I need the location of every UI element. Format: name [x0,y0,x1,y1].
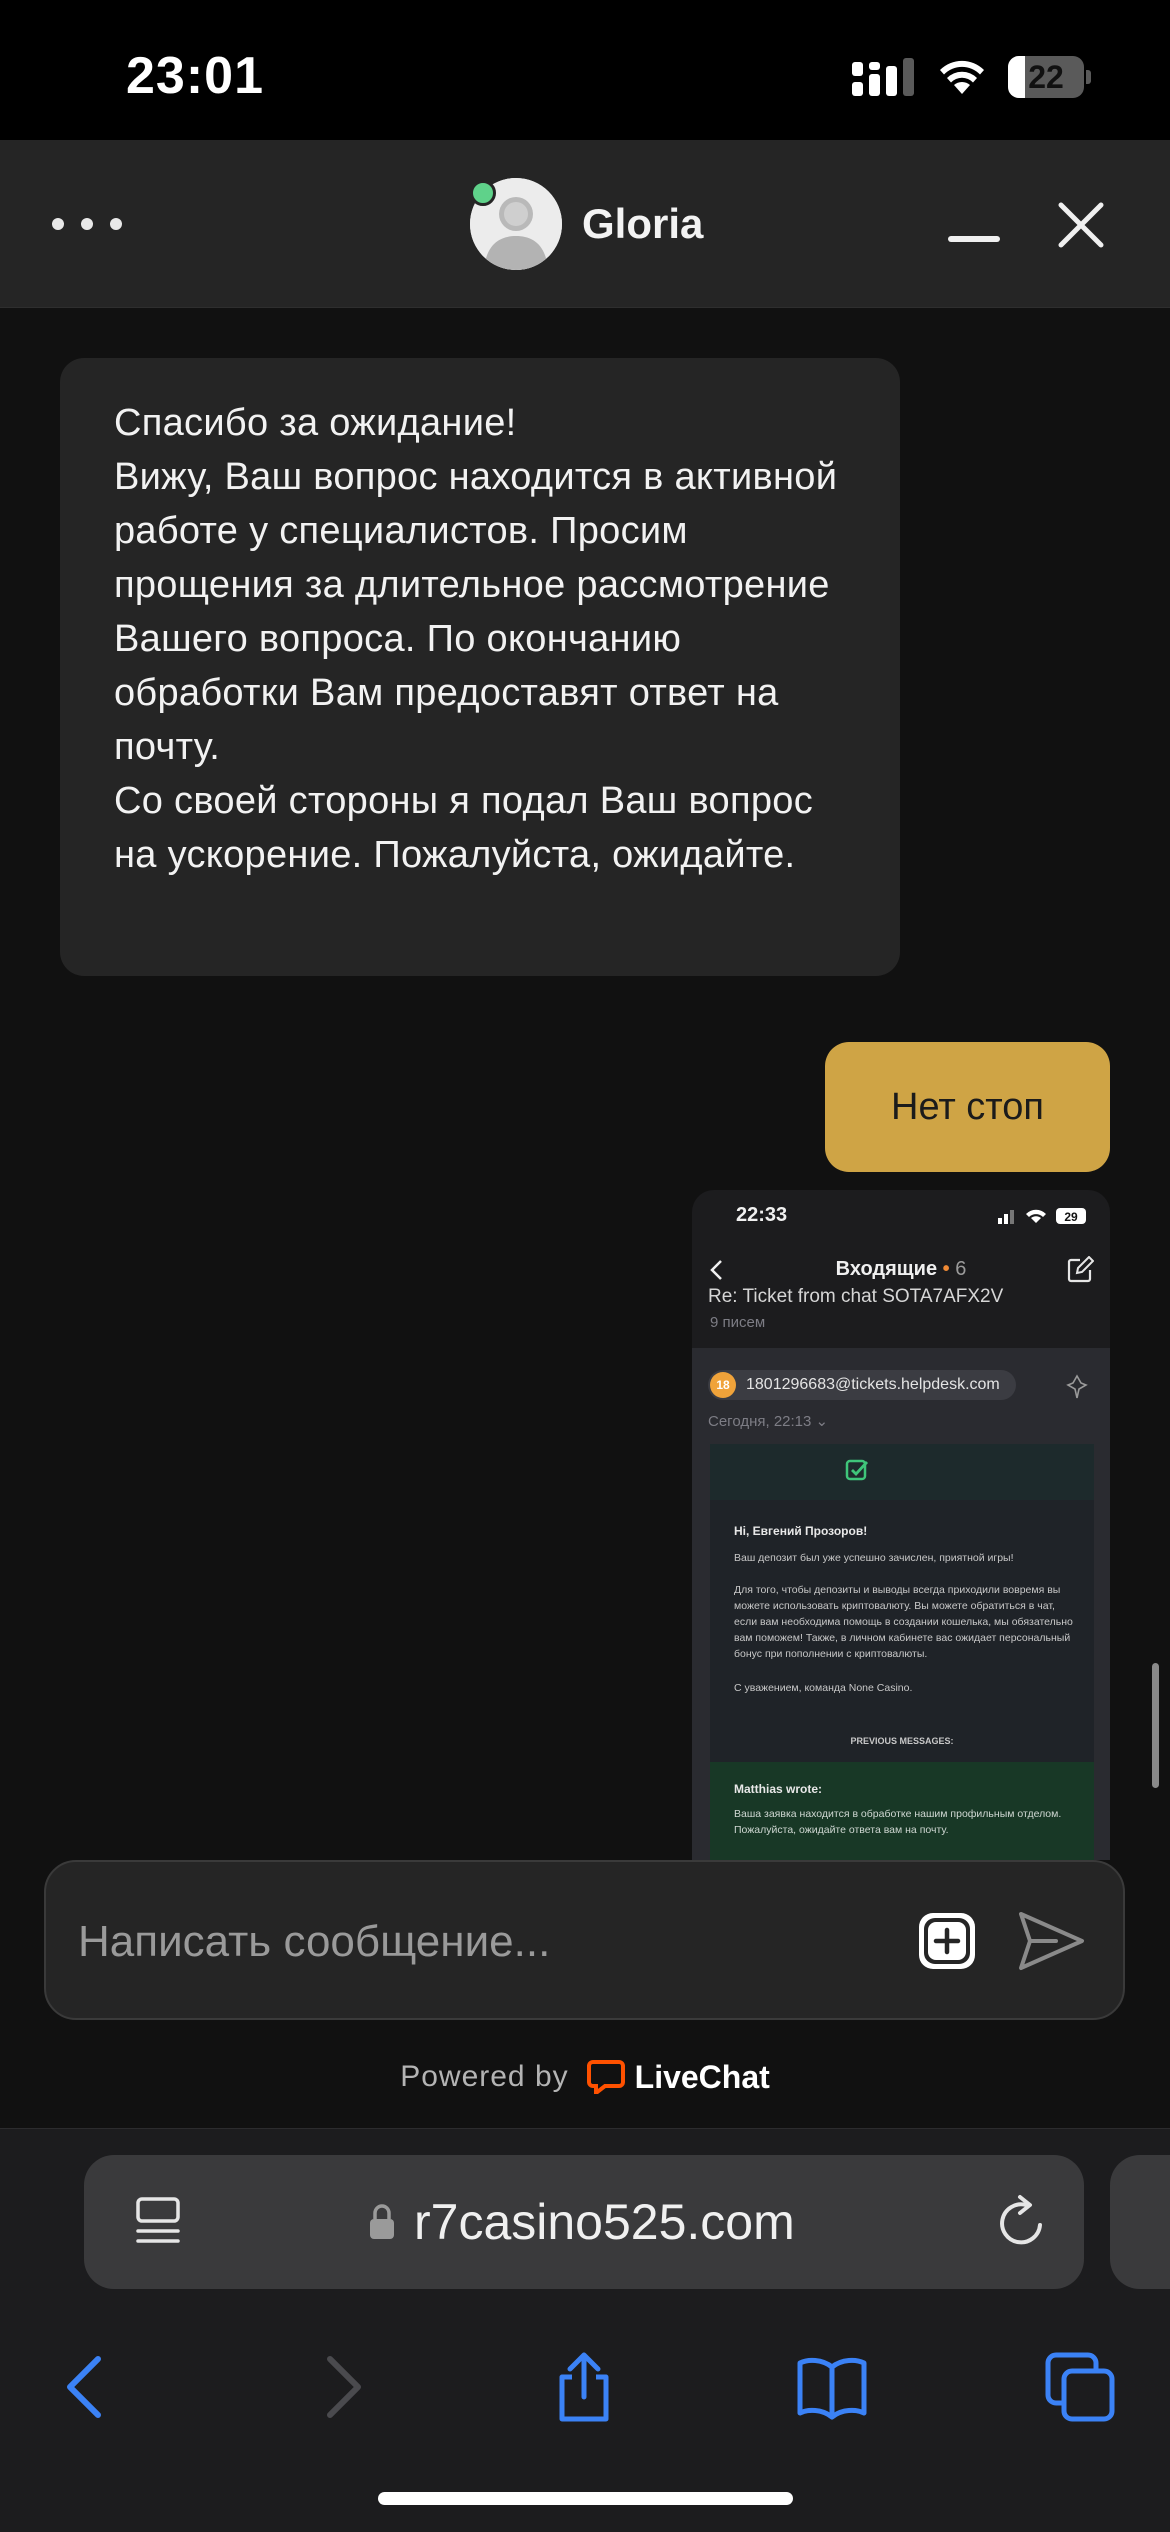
battery-body: 22 [1008,56,1084,98]
cellular-signal-icon [852,58,914,96]
pin-icon [1066,1374,1088,1399]
compose-icon [1067,1256,1094,1283]
minimize-icon [948,236,1000,242]
bookmarks-button[interactable] [796,2351,868,2423]
user-message-bubble: Нет стоп [825,1042,1110,1172]
attachment-email-body: Hi, Евгений Прозоров! Ваш депозит был уж… [710,1444,1094,1860]
forward-button[interactable] [304,2351,376,2423]
attachment-previous-messages-label: PREVIOUS MESSAGES: [850,1736,954,1746]
more-icon-dot [81,218,93,230]
attachment-status-icons: 29 [998,1208,1086,1224]
url-text: r7casino525.com [414,2194,795,2250]
send-button[interactable] [1016,1908,1086,1974]
tabs-button[interactable] [1044,2351,1116,2423]
check-icon [845,1459,869,1481]
attachment-sender-badge: 18 [710,1372,736,1398]
back-button[interactable] [52,2351,124,2423]
agent-name: Gloria [582,200,704,247]
more-options-button[interactable] [52,196,122,252]
message-input[interactable] [78,1902,898,1982]
minimize-button[interactable] [946,200,1002,250]
browser-toolbar: r7casino525.com [0,2128,1170,2532]
home-indicator[interactable] [378,2492,793,2505]
address-bar[interactable]: r7casino525.com [84,2155,1084,2289]
user-message-text: Нет стоп [891,1085,1044,1128]
attachment-sender-email: 1801296683@tickets.helpdesk.com [746,1376,1000,1393]
agent-info: Gloria [470,176,703,272]
reload-icon[interactable] [994,2193,1048,2251]
livechat-logo-icon [586,2060,625,2094]
attachment-unread-dot: • [942,1258,950,1280]
attachment-quote-author: Matthias wrote: [734,1782,823,1796]
attachment-greeting: Hi, Евгений Прозоров! [734,1524,868,1538]
online-status-dot [470,180,496,206]
reader-icon[interactable] [134,2195,182,2249]
close-button[interactable] [1056,200,1106,250]
more-icon [52,218,64,230]
scrollbar[interactable] [1152,1663,1159,1788]
screen: 23:01 22 Gloria Спасибо за ожидание! Виж… [0,0,1170,2532]
attachment-quote-text: Ваша заявка находится в обработке нашим … [734,1808,1062,1836]
message-composer [44,1860,1125,2020]
powered-by-label: Powered by [400,2060,569,2093]
battery-cap [1086,70,1091,84]
image-attachment[interactable]: 22:33 29 Входящие • 6 Re: Ticket from ch… [692,1190,1110,1860]
attachment-quote: Matthias wrote: Ваша заявка находится в … [710,1762,1094,1860]
attachment-date: Сегодня, 22:13 ⌄ [708,1413,829,1430]
attachment-line-3: С уважением, команда None Casino. [734,1682,913,1694]
livechat-brand: LiveChat [634,2058,770,2095]
agent-message-bubble: Спасибо за ожидание! Вижу, Ваш вопрос на… [60,358,900,976]
attachment-email: 18 1801296683@tickets.helpdesk.com Сегод… [692,1348,1110,1860]
attachment-sender-chip: 18 1801296683@tickets.helpdesk.com [708,1370,1016,1400]
message-list[interactable]: Спасибо за ожидание! Вижу, Ваш вопрос на… [0,308,1170,1860]
more-icon-dot [110,218,122,230]
attachment-time: 22:33 [736,1204,788,1226]
attachment-unread-count: 6 [955,1258,967,1280]
chat-header: Gloria [0,140,1170,308]
lock-icon [370,2204,394,2239]
attachment-mailbox-title: Входящие • 6 [692,1258,1110,1281]
status-time: 23:01 [126,47,264,105]
battery-icon: 22 [1008,56,1091,98]
attachment-subject: Re: Ticket from chat SOTA7AFX2V [708,1286,1004,1307]
powered-by[interactable]: Powered by LiveChat [0,2052,1170,2102]
battery-level: 22 [1028,59,1064,95]
wifi-icon [940,60,984,94]
attachment-line-2: Для того, чтобы депозиты и выводы всегда… [734,1584,1073,1660]
attachment-line-1: Ваш депозит был уже успешно зачислен, пр… [734,1552,1014,1564]
attachment-status-bar: 22:33 29 [692,1190,1110,1242]
browser-nav-buttons [0,2319,1170,2469]
attachment-email-banner [710,1444,1094,1500]
attachment-mail-count: 9 писем [710,1314,766,1331]
status-bar: 23:01 22 [0,0,1170,140]
next-tab-peek[interactable] [1110,2155,1170,2289]
attach-button[interactable] [916,1910,978,1972]
agent-message-text: Спасибо за ожидание! Вижу, Ваш вопрос на… [114,402,838,876]
attachment-battery: 29 [1064,1210,1078,1224]
attachment-mailbox-name: Входящие [835,1258,938,1280]
share-button[interactable] [548,2351,620,2423]
